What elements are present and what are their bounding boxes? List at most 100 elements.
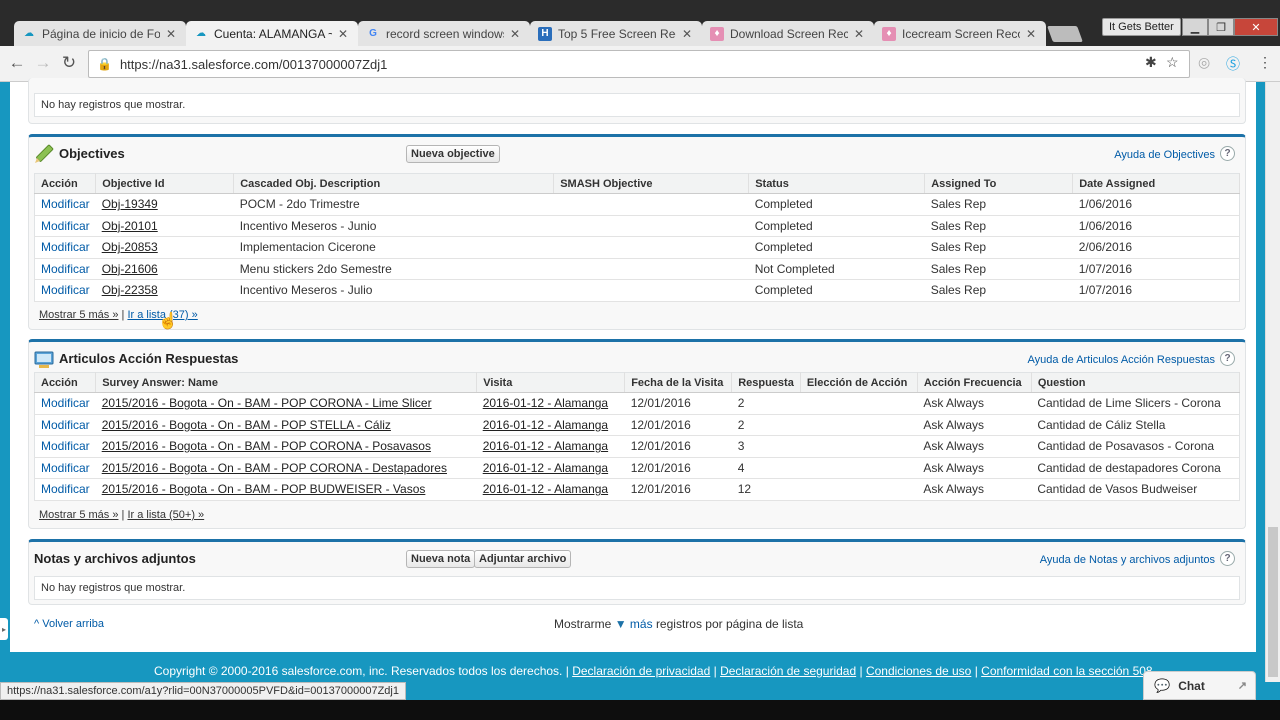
extension-icon[interactable]: ◎ <box>1198 54 1210 71</box>
reload-icon[interactable]: ↻ <box>58 52 80 74</box>
page-scrollbar[interactable] <box>1265 82 1280 682</box>
objectives-header: Objectives Nueva objective Ayuda de Obje… <box>29 137 1245 173</box>
tab-label: Cuenta: ALAMANGA ~ <box>214 26 332 41</box>
help-icon[interactable]: ? <box>1220 146 1235 161</box>
profile-button[interactable]: It Gets Better <box>1102 18 1181 36</box>
fecha-cell: 12/01/2016 <box>624 435 732 458</box>
sidebar-toggle-icon[interactable]: ▸ <box>0 618 8 640</box>
survey-answer-link[interactable]: 2015/2016 - Bogota - On - BAM - POP CORO… <box>95 435 477 458</box>
show-more-link[interactable]: Mostrar 5 más » <box>39 309 118 321</box>
star-icon[interactable]: ☆ <box>1166 54 1179 71</box>
attach-file-button[interactable]: Adjuntar archivo <box>474 550 572 568</box>
notas-related-list: Notas y archivos adjuntos Nueva nota Adj… <box>28 539 1246 605</box>
smash-cell <box>553 258 749 280</box>
visita-link[interactable]: 2016-01-12 - Alamanga <box>476 478 625 501</box>
more-records-link[interactable]: más <box>630 617 653 631</box>
column-header: SMASH Objective <box>553 173 750 194</box>
modify-link[interactable]: Modificar <box>34 457 96 479</box>
close-icon[interactable]: ✕ <box>682 27 692 41</box>
visita-link[interactable]: 2016-01-12 - Alamanga <box>476 414 625 436</box>
privacy-link[interactable]: Declaración de privacidad <box>572 664 710 678</box>
show-more-link[interactable]: Mostrar 5 más » <box>39 509 118 521</box>
go-to-list-link[interactable]: Ir a lista (50+) » <box>127 509 204 521</box>
close-icon[interactable]: ✕ <box>1026 27 1036 41</box>
browser-toolbar: ← → ↻ 🔒 https://na31.salesforce.com/0013… <box>0 46 1280 82</box>
modify-link[interactable]: Modificar <box>34 392 96 415</box>
back-to-top-link[interactable]: ^ Volver arriba <box>34 618 104 630</box>
close-icon[interactable]: ✕ <box>854 27 864 41</box>
question-cell: Cantidad de Cáliz Stella <box>1031 414 1240 436</box>
security-link[interactable]: Declaración de seguridad <box>720 664 856 678</box>
browser-tab-top5[interactable]: H Top 5 Free Screen Reco ✕ <box>530 21 702 46</box>
status-cell: Completed <box>748 279 925 302</box>
objective-id-link[interactable]: Obj-20853 <box>95 236 234 259</box>
articulos-table: Acción Survey Answer: Name Visita Fecha … <box>34 372 1241 501</box>
visita-link[interactable]: 2016-01-12 - Alamanga <box>476 392 625 415</box>
modify-link[interactable]: Modificar <box>34 478 96 501</box>
menu-icon[interactable]: ⋮ <box>1258 54 1272 71</box>
chat-button[interactable]: 💬 Chat ↗ <box>1143 671 1256 700</box>
close-icon[interactable]: ✕ <box>510 27 520 41</box>
forward-arrow-icon[interactable]: → <box>32 52 54 74</box>
close-icon[interactable]: ✕ <box>338 27 348 41</box>
new-note-button[interactable]: Nueva nota <box>406 550 476 568</box>
copyright-bar: Copyright © 2000-2016 salesforce.com, in… <box>154 664 1153 678</box>
close-icon[interactable]: ✕ <box>166 27 176 41</box>
fecha-cell: 12/01/2016 <box>624 478 732 501</box>
modify-link[interactable]: Modificar <box>34 258 96 280</box>
objective-id-link[interactable]: Obj-20101 <box>95 215 234 237</box>
description-cell: Implementacion Cicerone <box>233 236 554 259</box>
new-tab-button[interactable] <box>1047 26 1083 42</box>
extension-puzzle-icon[interactable]: ✱ <box>1145 54 1157 71</box>
browser-tab-google[interactable]: G record screen windows ✕ <box>358 21 530 46</box>
eleccion-cell <box>800 435 918 458</box>
modify-link[interactable]: Modificar <box>34 236 96 259</box>
visita-link[interactable]: 2016-01-12 - Alamanga <box>476 435 625 458</box>
respuesta-cell: 2 <box>731 392 801 415</box>
help-icon[interactable]: ? <box>1220 551 1235 566</box>
h-icon: H <box>538 26 552 41</box>
modify-link[interactable]: Modificar <box>34 414 96 436</box>
close-window-button[interactable]: ✕ <box>1234 18 1278 36</box>
notas-help-link[interactable]: Ayuda de Notas y archivos adjuntos <box>1040 554 1215 566</box>
status-cell: Completed <box>748 236 925 259</box>
expand-icon[interactable]: ↗ <box>1238 679 1247 692</box>
column-header: Objective Id <box>95 173 235 194</box>
status-bar-url: https://na31.salesforce.com/a1y?rlid=00N… <box>0 682 406 700</box>
triangle-down-icon[interactable]: ▼ <box>615 617 627 631</box>
modify-link[interactable]: Modificar <box>34 215 96 237</box>
objective-id-link[interactable]: Obj-19349 <box>95 193 234 216</box>
frecuencia-cell: Ask Always <box>917 435 1032 458</box>
modify-link[interactable]: Modificar <box>34 193 96 216</box>
eleccion-cell <box>800 392 918 415</box>
browser-tab-download[interactable]: ♦ Download Screen Reco ✕ <box>702 21 874 46</box>
browser-tab-icecream[interactable]: ♦ Icecream Screen Recor ✕ <box>874 21 1046 46</box>
browser-tab-home[interactable]: ☁ Página de inicio de For ✕ <box>14 21 186 46</box>
skype-icon[interactable]: Ⓢ <box>1226 54 1240 74</box>
browser-tab-cuenta[interactable]: ☁ Cuenta: ALAMANGA ~ ✕ <box>186 21 358 46</box>
survey-answer-link[interactable]: 2015/2016 - Bogota - On - BAM - POP CORO… <box>95 392 477 415</box>
maximize-button[interactable]: ❐ <box>1208 18 1234 36</box>
survey-answer-link[interactable]: 2015/2016 - Bogota - On - BAM - POP STEL… <box>95 414 477 436</box>
scrollbar-thumb[interactable] <box>1268 527 1278 677</box>
survey-answer-link[interactable]: 2015/2016 - Bogota - On - BAM - POP CORO… <box>95 457 477 479</box>
visita-link[interactable]: 2016-01-12 - Alamanga <box>476 457 625 479</box>
survey-answer-link[interactable]: 2015/2016 - Bogota - On - BAM - POP BUDW… <box>95 478 477 501</box>
help-icon[interactable]: ? <box>1220 351 1235 366</box>
objective-id-link[interactable]: Obj-21606 <box>95 258 234 280</box>
minimize-button[interactable]: ▁ <box>1182 18 1208 36</box>
objective-id-link[interactable]: Obj-22358 <box>95 279 234 302</box>
icecream-icon: ♦ <box>710 26 724 41</box>
objectives-help-link[interactable]: Ayuda de Objectives <box>1114 149 1215 161</box>
modify-link[interactable]: Modificar <box>34 279 96 302</box>
table-row: Modificar Obj-20853 Implementacion Cicer… <box>34 236 1240 259</box>
back-arrow-icon[interactable]: ← <box>6 52 28 74</box>
fecha-cell: 12/01/2016 <box>624 457 732 479</box>
conformity-link[interactable]: Conformidad con la sección 508 <box>981 664 1152 678</box>
articulos-help-link[interactable]: Ayuda de Articulos Acción Respuestas <box>1027 354 1215 366</box>
terms-link[interactable]: Condiciones de uso <box>866 664 971 678</box>
new-objective-button[interactable]: Nueva objective <box>406 145 500 163</box>
modify-link[interactable]: Modificar <box>34 435 96 458</box>
computer-icon <box>34 351 54 368</box>
address-bar[interactable]: 🔒 https://na31.salesforce.com/0013700000… <box>88 50 1190 78</box>
